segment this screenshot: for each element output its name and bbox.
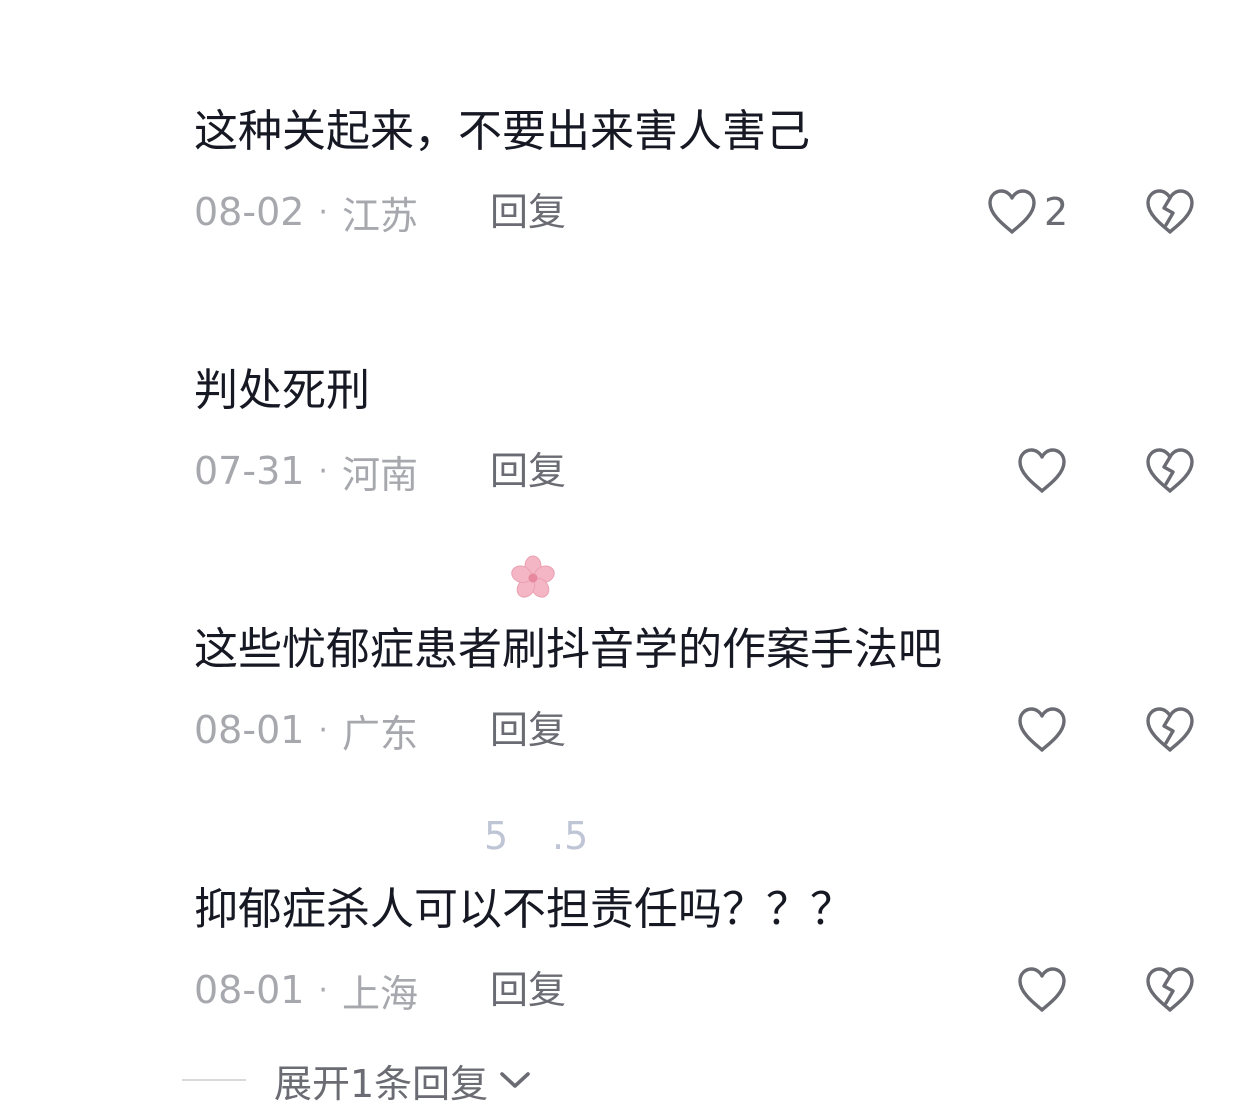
comment-region: 上海 xyxy=(341,971,418,1016)
comment-meta: 08-01 · 上海 xyxy=(194,964,418,1016)
meta-separator: · xyxy=(318,712,328,748)
dislike-button[interactable] xyxy=(1144,964,1196,1016)
comment-meta: 08-01 · 广东 xyxy=(194,704,418,756)
reply-button[interactable]: 回复 xyxy=(490,964,566,1016)
dislike-button[interactable] xyxy=(1144,445,1196,497)
dislike-button[interactable] xyxy=(1144,704,1196,756)
expand-replies-label: 展开1条回复 xyxy=(274,1061,489,1106)
comment-date: 08-01 xyxy=(194,708,305,752)
like-button[interactable] xyxy=(1016,964,1068,1016)
heart-icon xyxy=(1018,707,1066,752)
broken-heart-icon xyxy=(1146,448,1194,493)
comment-item: 判处死刑 07-31 · 河南 回复 xyxy=(0,361,1260,521)
flower-icon xyxy=(511,555,555,598)
comment-text: 这种关起来，不要出来害人害己 xyxy=(194,106,810,157)
broken-heart-icon xyxy=(1146,967,1194,1012)
dislike-button[interactable] xyxy=(1144,186,1196,238)
heart-icon xyxy=(988,189,1036,234)
heart-icon xyxy=(1018,448,1066,493)
comment-item: 抑郁症杀人可以不担责任吗？？？ 08-01 · 上海 回复 xyxy=(0,880,1260,1040)
comment-date: 08-02 xyxy=(194,190,305,234)
reply-button[interactable]: 回复 xyxy=(490,445,566,497)
reply-button[interactable]: 回复 xyxy=(490,186,566,238)
comment-date: 08-01 xyxy=(194,968,305,1012)
meta-separator: · xyxy=(318,194,328,230)
heart-icon xyxy=(1018,967,1066,1012)
reply-button[interactable]: 回复 xyxy=(490,704,566,756)
comment-meta: 08-02 · 江苏 xyxy=(194,186,418,238)
comment-region: 河南 xyxy=(341,452,418,497)
broken-heart-icon xyxy=(1146,189,1194,234)
expand-replies-button[interactable]: 展开1条回复 xyxy=(182,1054,532,1106)
comment-region: 广东 xyxy=(341,711,418,756)
meta-separator: · xyxy=(318,453,328,489)
comment-item: 这些忧郁症患者刷抖音学的作案手法吧 08-01 · 广东 回复 xyxy=(0,620,1260,780)
like-button[interactable] xyxy=(1016,445,1068,497)
like-button[interactable] xyxy=(1016,704,1068,756)
broken-heart-icon xyxy=(1146,707,1194,752)
comment-meta: 07-31 · 河南 xyxy=(194,445,418,497)
like-button[interactable]: 2 xyxy=(986,186,1068,238)
chevron-down-icon xyxy=(500,1072,530,1088)
comment-region: 江苏 xyxy=(341,193,418,238)
like-count: 2 xyxy=(1044,190,1069,234)
sticker-text: .5 xyxy=(552,814,589,858)
comment-text: 判处死刑 xyxy=(194,365,370,416)
divider-line xyxy=(182,1079,246,1081)
comment-date: 07-31 xyxy=(194,449,305,493)
sticker-text: 5 xyxy=(484,814,509,858)
comment-item: 这种关起来，不要出来害人害己 08-02 · 江苏 回复 2 xyxy=(0,102,1260,262)
comment-text: 这些忧郁症患者刷抖音学的作案手法吧 xyxy=(194,624,942,675)
meta-separator: · xyxy=(318,972,328,1008)
comment-text: 抑郁症杀人可以不担责任吗？？？ xyxy=(194,884,854,935)
